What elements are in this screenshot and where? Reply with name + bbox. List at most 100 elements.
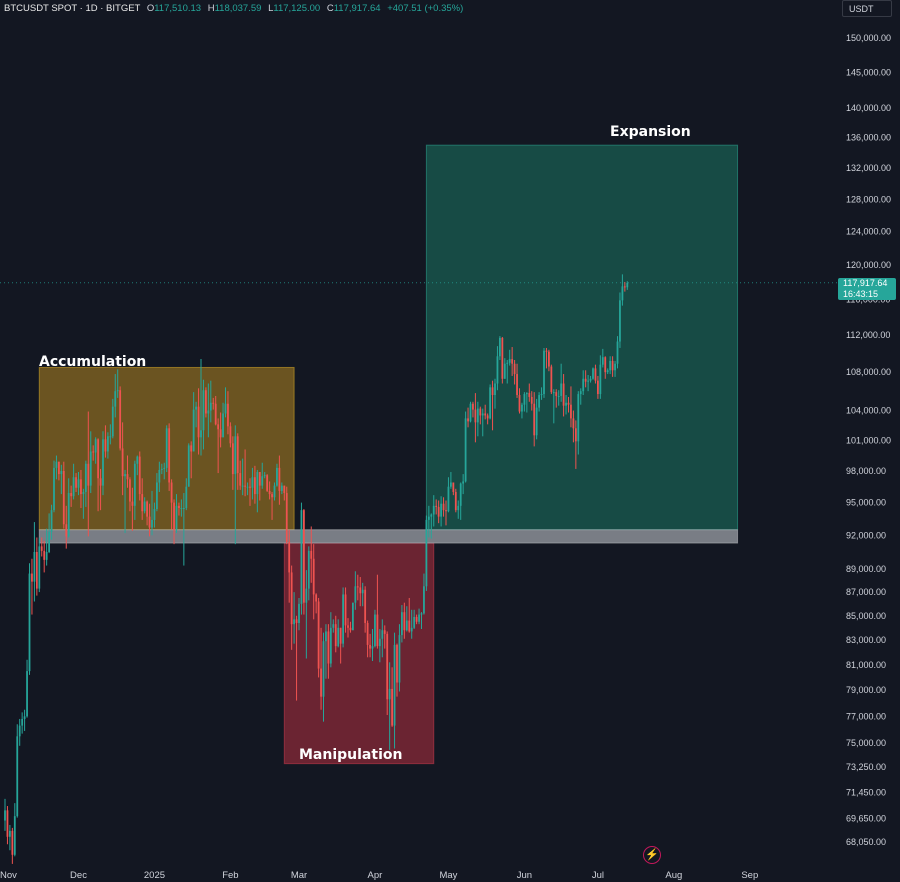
time-tick-label: Jul — [592, 870, 604, 881]
support-band — [38, 529, 739, 544]
candle — [35, 537, 38, 596]
price-tick-label: 75,000.00 — [846, 738, 886, 748]
candle — [454, 488, 457, 513]
price-tick-label: 73,250.00 — [846, 762, 886, 772]
high-value: 118,037.59 — [214, 3, 262, 14]
time-tick-label: Nov — [0, 870, 17, 881]
candle — [28, 563, 31, 675]
candle — [592, 367, 594, 380]
candle — [317, 597, 320, 678]
time-tick-label: 2025 — [144, 870, 165, 881]
candle — [38, 537, 41, 593]
candle — [352, 602, 354, 631]
candle — [469, 401, 472, 423]
close-label: C — [326, 3, 334, 14]
price-tick-label: 92,000.00 — [846, 530, 886, 540]
time-tick-label: Sep — [741, 870, 758, 881]
price-tick-label: 89,000.00 — [846, 564, 886, 574]
symbol-label: BTCUSDT SPOT · 1D · BITGET — [4, 3, 141, 14]
price-tick-label: 124,000.00 — [846, 227, 891, 237]
zones-layer — [0, 144, 838, 765]
candle — [425, 515, 428, 591]
candle — [489, 384, 491, 420]
candle — [285, 486, 288, 545]
candle — [26, 659, 28, 718]
candle — [102, 431, 104, 496]
price-tick-label: 87,000.00 — [846, 587, 886, 597]
price-tick-label: 71,450.00 — [846, 787, 886, 797]
candle — [300, 502, 303, 615]
countdown-timer: 16:43:15 — [843, 289, 879, 299]
candle — [21, 712, 24, 734]
price-tick-label: 150,000.00 — [846, 33, 891, 43]
price-tick-label: 77,000.00 — [846, 711, 886, 721]
low-value: 117,125.00 — [273, 3, 321, 14]
lightning-bolt-icon[interactable]: ⚡ — [643, 846, 661, 864]
candle — [550, 364, 553, 395]
expansion-label: Expansion — [610, 124, 691, 140]
price-tick-label: 81,000.00 — [846, 660, 886, 670]
candle — [33, 522, 36, 602]
manipulation-label: Manipulation — [299, 747, 402, 763]
candle — [303, 509, 305, 615]
candle — [4, 798, 6, 831]
candle — [374, 609, 376, 648]
candle — [501, 336, 504, 384]
price-tick-label: 68,050.00 — [846, 837, 886, 847]
chart-header: BTCUSDT SPOT · 1D · BITGET O117,510.13 H… — [4, 3, 463, 14]
currency-unit-selector[interactable]: USDT — [842, 0, 892, 17]
time-tick-label: Mar — [291, 870, 307, 881]
time-tick-label: Dec — [70, 870, 87, 881]
open-value: 117,510.13 — [154, 3, 202, 14]
last-price-value: 117,917.64 — [843, 278, 888, 288]
candle — [9, 824, 11, 851]
price-tick-label: 69,650.00 — [846, 813, 886, 823]
accumulation-label: Accumulation — [39, 354, 146, 370]
candle — [205, 387, 207, 418]
price-chart[interactable]: 150,000.00 145,000.00 140,000.00 136,000.00… — [0, 0, 900, 882]
candle — [23, 709, 26, 731]
price-axis[interactable]: 150,000.00 145,000.00 140,000.00 136,000.00… — [846, 33, 891, 847]
candle — [16, 724, 19, 818]
candle — [13, 803, 16, 857]
price-tick-label: 101,000.00 — [846, 435, 891, 445]
candle — [342, 587, 344, 648]
candle — [6, 806, 9, 845]
price-tick-label: 132,000.00 — [846, 163, 891, 173]
close-value: 117,917.64 — [333, 3, 381, 14]
price-tick-label: 85,000.00 — [846, 611, 886, 621]
candle — [53, 460, 55, 513]
candle — [138, 451, 141, 501]
candle — [543, 347, 545, 398]
candle — [31, 558, 33, 615]
time-tick-label: May — [439, 870, 457, 881]
candle — [187, 443, 190, 487]
price-tick-label: 104,000.00 — [846, 406, 891, 416]
price-tick-label: 112,000.00 — [846, 330, 890, 340]
candle — [165, 425, 168, 473]
candle — [18, 718, 21, 746]
time-tick-label: Aug — [665, 870, 682, 881]
price-tick-label: 83,000.00 — [846, 635, 886, 645]
candle — [119, 386, 122, 451]
price-tick-label: 95,000.00 — [846, 498, 886, 508]
price-tick-label: 128,000.00 — [846, 194, 891, 204]
price-tick-label: 145,000.00 — [846, 67, 891, 77]
price-tick-label: 120,000.00 — [846, 260, 891, 270]
currency-unit-label: USDT — [849, 3, 874, 14]
candle — [464, 411, 467, 483]
time-tick-label: Jun — [517, 870, 532, 881]
time-tick-label: Feb — [222, 870, 238, 881]
last-price-tag: 117,917.64 16:43:15 — [838, 278, 896, 300]
price-tick-label: 108,000.00 — [846, 367, 891, 377]
price-tick-label: 140,000.00 — [846, 103, 891, 113]
high-label: H — [207, 3, 215, 14]
price-tick-label: 136,000.00 — [846, 133, 891, 143]
change-value: +407.51 (+0.35%) — [387, 3, 464, 14]
time-tick-label: Apr — [368, 870, 383, 881]
expansion-zone — [425, 144, 739, 531]
price-tick-label: 79,000.00 — [846, 685, 886, 695]
time-axis[interactable]: Nov Dec 2025 Feb Mar Apr May Jun Jul Aug Sep — [0, 870, 758, 881]
candle — [266, 474, 269, 492]
candle — [168, 423, 171, 491]
